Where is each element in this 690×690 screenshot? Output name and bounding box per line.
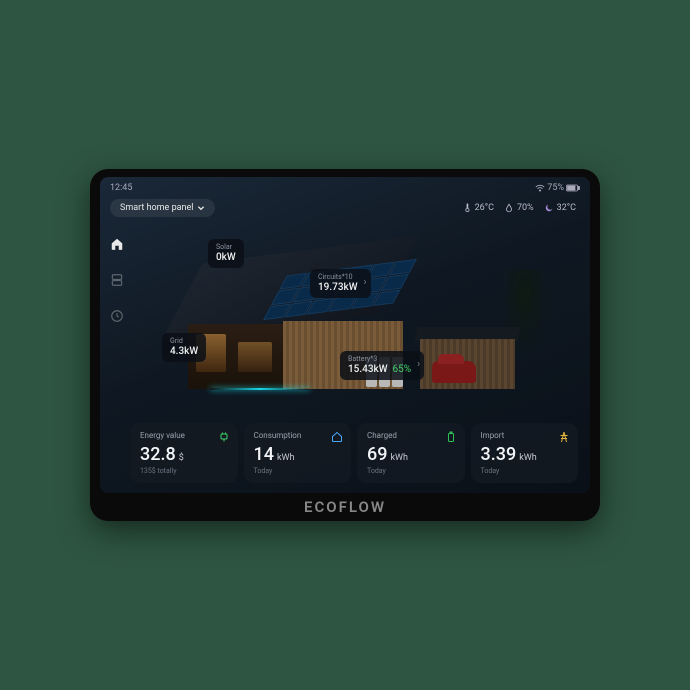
circuits-label[interactable]: Circuits*10 19.73kW › bbox=[310, 269, 371, 298]
temp-inside-value: 26°C bbox=[475, 203, 494, 213]
card-title: Import bbox=[481, 431, 569, 440]
screen: 12:45 75% Smart home panel 26°C bbox=[100, 177, 590, 493]
card-value: 14 bbox=[254, 444, 274, 465]
battery-pct: 65% bbox=[393, 364, 412, 375]
moon-icon bbox=[544, 203, 554, 213]
battery-icon bbox=[566, 184, 580, 192]
humidity-value: 70% bbox=[517, 203, 534, 213]
battery-value: 15.43kW bbox=[348, 364, 388, 375]
home-icon bbox=[331, 431, 343, 443]
card-value: 3.39 bbox=[481, 444, 517, 465]
card-sub: Today bbox=[254, 467, 342, 475]
panel-selector-label: Smart home panel bbox=[120, 203, 193, 213]
top-row: Smart home panel 26°C 70% 32°C bbox=[110, 199, 576, 217]
card-sub: 135$ totally bbox=[140, 467, 228, 475]
card-unit: kWh bbox=[390, 453, 408, 463]
solar-title: Solar bbox=[216, 243, 236, 252]
battery-icon bbox=[445, 431, 457, 443]
temp-inside: 26°C bbox=[462, 203, 494, 213]
house-scene: Solar 0kW Circuits*10 19.73kW › Grid 4.3… bbox=[130, 221, 576, 413]
tablet-frame: ECOFLOW 12:45 75% Smart home panel bbox=[90, 169, 600, 521]
panel-selector[interactable]: Smart home panel bbox=[110, 199, 215, 217]
sidebar-devices-icon[interactable] bbox=[110, 273, 124, 287]
plug-icon bbox=[218, 431, 230, 443]
card-unit: kWh bbox=[519, 453, 537, 463]
card-sub: Today bbox=[481, 467, 569, 475]
circuits-title: Circuits*10 bbox=[318, 273, 358, 282]
card-title: Consumption bbox=[254, 431, 342, 440]
chevron-down-icon bbox=[197, 204, 205, 212]
droplet-icon bbox=[504, 203, 514, 213]
clock: 12:45 bbox=[110, 183, 132, 193]
chevron-right-icon: › bbox=[364, 277, 367, 290]
solar-label[interactable]: Solar 0kW bbox=[208, 239, 244, 268]
circuits-value: 19.73kW bbox=[318, 282, 358, 295]
sidebar bbox=[106, 237, 128, 323]
card-consumption[interactable]: Consumption 14 kWh Today bbox=[244, 423, 352, 483]
battery-title: Battery*3 bbox=[348, 355, 411, 364]
card-unit: kWh bbox=[277, 453, 295, 463]
thermometer-icon bbox=[462, 203, 472, 213]
sidebar-home-icon[interactable] bbox=[110, 237, 124, 251]
card-energy-value[interactable]: Energy value 32.8 $ 135$ totally bbox=[130, 423, 238, 483]
grid-title: Grid bbox=[170, 337, 198, 346]
grid-value: 4.3kW bbox=[170, 346, 198, 359]
chevron-right-icon: › bbox=[417, 359, 420, 372]
card-sub: Today bbox=[367, 467, 455, 475]
card-title: Charged bbox=[367, 431, 455, 440]
temp-outside: 32°C bbox=[544, 203, 576, 213]
card-value: 69 bbox=[367, 444, 387, 465]
metric-cards: Energy value 32.8 $ 135$ totally Consump… bbox=[130, 423, 578, 483]
card-title: Energy value bbox=[140, 431, 228, 440]
card-charged[interactable]: Charged 69 kWh Today bbox=[357, 423, 465, 483]
temp-outside-value: 32°C bbox=[557, 203, 576, 213]
wifi-status: 75% bbox=[535, 183, 580, 193]
card-value: 32.8 bbox=[140, 444, 176, 465]
card-unit: $ bbox=[179, 453, 184, 463]
car bbox=[432, 361, 476, 383]
grid-label[interactable]: Grid 4.3kW bbox=[162, 333, 206, 362]
brand-logo: ECOFLOW bbox=[90, 498, 600, 516]
humidity: 70% bbox=[504, 203, 534, 213]
battery-label[interactable]: Battery*3 15.43kW 65% › bbox=[340, 351, 424, 380]
card-import[interactable]: Import 3.39 kWh Today bbox=[471, 423, 579, 483]
battery-pct: 75% bbox=[547, 183, 564, 193]
status-bar: 12:45 75% bbox=[110, 183, 580, 193]
wifi-icon bbox=[535, 184, 545, 192]
pylon-icon bbox=[558, 431, 570, 443]
sidebar-activity-icon[interactable] bbox=[110, 309, 124, 323]
solar-value: 0kW bbox=[216, 252, 236, 265]
